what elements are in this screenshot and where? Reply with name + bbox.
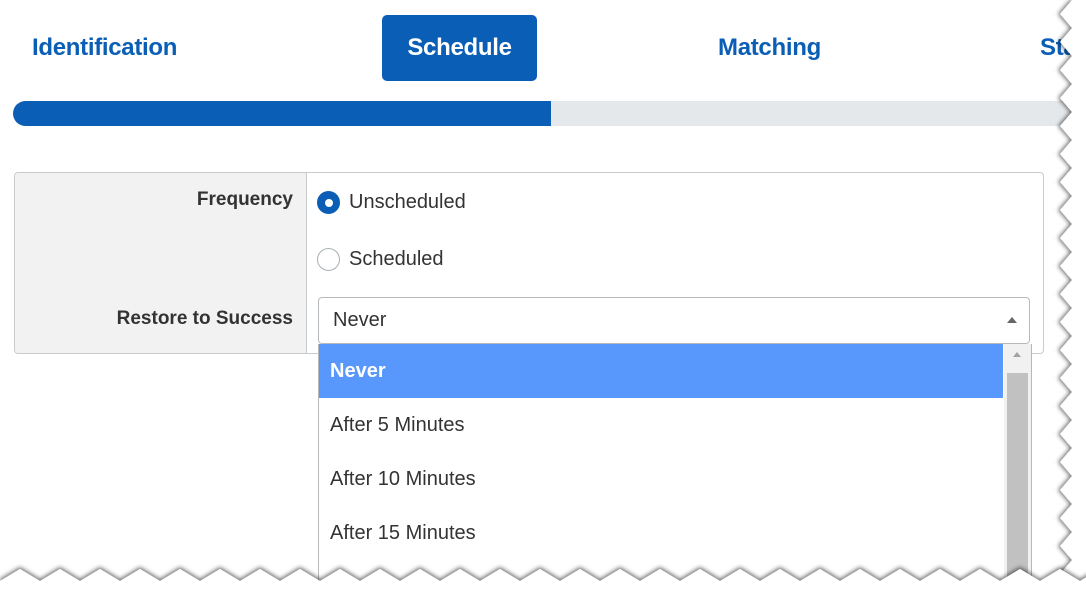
- radio-unscheduled[interactable]: Unscheduled: [317, 191, 466, 214]
- radio-scheduled-label: Scheduled: [349, 248, 444, 270]
- dropdown-option[interactable]: After 30 Minutes: [319, 560, 1003, 591]
- dropdown-option[interactable]: Never: [319, 344, 1003, 398]
- frequency-label: Frequency: [196, 189, 293, 210]
- tab-identification-label: Identification: [32, 34, 178, 61]
- scroll-thumb[interactable]: [1007, 373, 1028, 591]
- radio-unscheduled-label: Unscheduled: [349, 191, 466, 213]
- tab-matching[interactable]: Matching: [718, 15, 848, 81]
- restore-to-success-label: Restore to Success: [116, 308, 293, 329]
- radio-unchecked-icon[interactable]: [317, 248, 340, 271]
- tab-matching-label: Matching: [718, 34, 821, 61]
- dropdown-option[interactable]: After 5 Minutes: [319, 398, 1003, 452]
- restore-to-success-select[interactable]: Never: [318, 297, 1030, 344]
- tab-schedule-label: Schedule: [407, 34, 512, 61]
- caret-up-icon: [1007, 317, 1017, 323]
- radio-scheduled[interactable]: Scheduled: [317, 248, 444, 271]
- form-labels-column: Frequency Restore to Success: [15, 173, 307, 353]
- tab-identification[interactable]: Identification: [32, 15, 208, 81]
- tab-status-label: Sta: [1040, 34, 1077, 61]
- torn-edge-right: [1060, 0, 1086, 591]
- restore-dropdown-list: Never After 5 Minutes After 10 Minutes A…: [318, 344, 1032, 591]
- page: Identification Schedule Matching Sta Fre…: [0, 0, 1086, 591]
- wizard-progress-bar: [13, 101, 1086, 126]
- progress-fill: [13, 101, 551, 126]
- dropdown-scrollbar[interactable]: [1004, 344, 1031, 591]
- select-value: Never: [333, 309, 387, 331]
- dropdown-option[interactable]: After 10 Minutes: [319, 452, 1003, 506]
- dropdown-option[interactable]: After 15 Minutes: [319, 506, 1003, 560]
- tab-schedule[interactable]: Schedule: [382, 15, 537, 81]
- tab-status[interactable]: Sta: [1040, 15, 1086, 81]
- scroll-up-arrow-icon[interactable]: [1013, 352, 1021, 357]
- radio-checked-icon[interactable]: [317, 191, 340, 214]
